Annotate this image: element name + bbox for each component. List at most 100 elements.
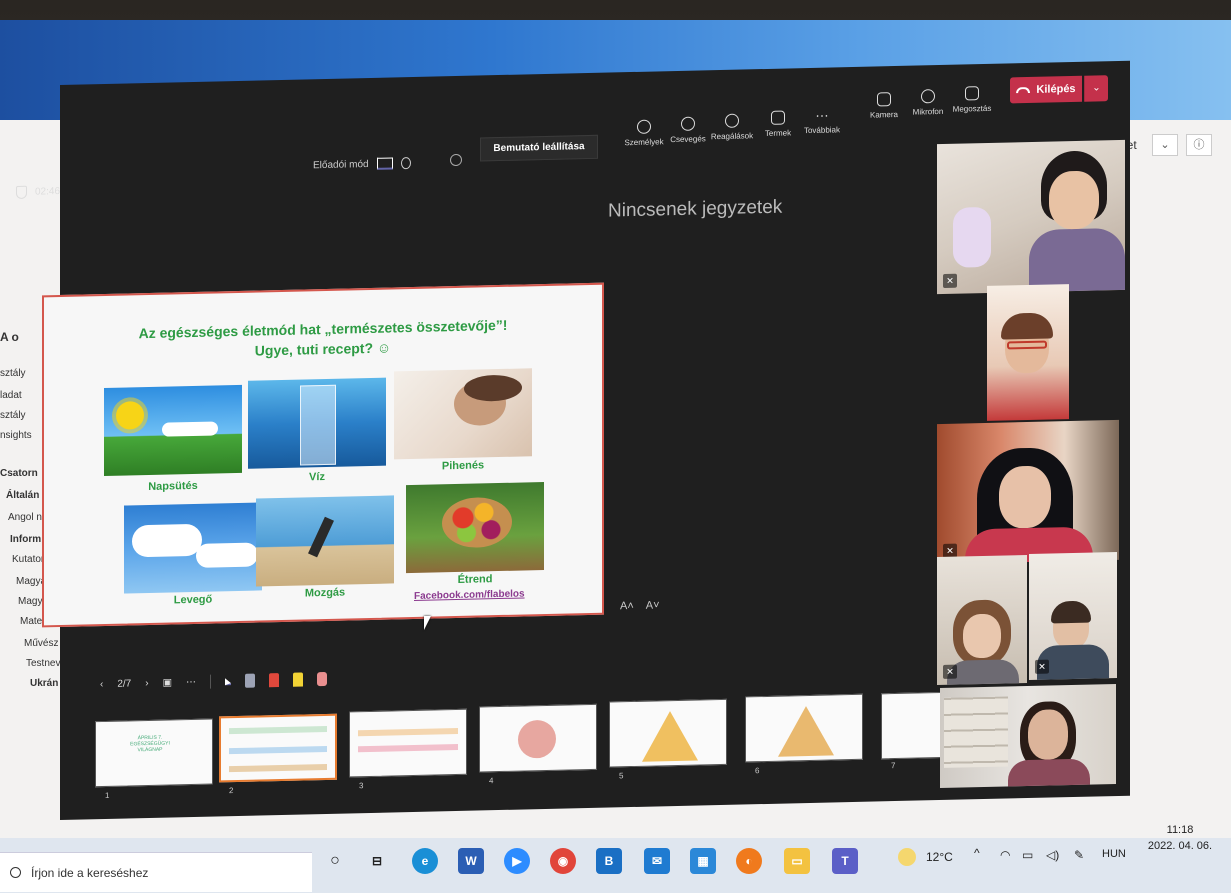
fruit-basket-image	[406, 482, 544, 574]
chevron-down-icon[interactable]: ⌄	[1084, 75, 1108, 102]
presenter-mode-standout-icon[interactable]	[376, 157, 393, 170]
rooms-icon	[771, 110, 785, 125]
chrome-icon[interactable]: ◉	[550, 848, 576, 874]
divider	[210, 674, 212, 689]
chat-icon	[681, 116, 695, 131]
toolbar-label: Termek	[764, 128, 792, 139]
participant-video[interactable]: ✕	[937, 139, 1125, 295]
participant-video[interactable]	[987, 284, 1069, 421]
temperature[interactable]: 12°C	[926, 850, 953, 864]
tile-label: Étrend	[457, 573, 493, 586]
participant-hair	[1051, 600, 1091, 624]
participant-face	[1028, 709, 1068, 760]
mouse-cursor	[424, 616, 431, 630]
taskbar-search[interactable]: Írjon ide a kereséshez	[0, 852, 312, 892]
pointer-tool-icon[interactable]	[225, 677, 232, 685]
highlighter-icon[interactable]	[293, 672, 304, 687]
weather-icon[interactable]	[898, 848, 916, 866]
word-icon[interactable]: W	[458, 848, 484, 874]
thumb-content	[229, 763, 327, 773]
previous-slide-icon[interactable]: ‹	[100, 679, 103, 690]
share-icon	[965, 86, 979, 101]
channel-item[interactable]: Művész	[24, 638, 58, 649]
leave-button[interactable]: Kilépés	[1010, 75, 1082, 104]
microphone-icon	[921, 89, 935, 104]
volume-icon[interactable]: ◁)	[1046, 848, 1059, 862]
presenter-mode: Előadói mód	[313, 157, 411, 171]
taskbar-clock[interactable]: 11:18 2022. 04. 06.	[1140, 822, 1220, 854]
laser-tool-icon[interactable]	[245, 673, 256, 688]
pen-icon[interactable]: ✎	[1074, 848, 1084, 862]
teams-icon[interactable]: T	[832, 848, 858, 874]
participant-face	[963, 613, 1001, 659]
toolbar-reactions[interactable]: Reagálások	[706, 113, 758, 141]
slide-thumbnail[interactable]	[479, 703, 597, 773]
shield-icon	[16, 185, 27, 199]
decrease-font-button[interactable]: A˅	[646, 599, 660, 611]
participant-video[interactable]: ✕	[937, 554, 1027, 686]
slide-thumbnail[interactable]	[609, 698, 727, 768]
slide-thumbnail-active[interactable]	[219, 713, 337, 783]
b-app-icon[interactable]: B	[596, 848, 622, 874]
stop-presenting-button[interactable]: Bemutató leállítása	[480, 134, 598, 162]
slide-thumbnail[interactable]	[881, 692, 941, 760]
wifi-icon[interactable]: ◠	[1000, 848, 1010, 862]
firefox-icon[interactable]: ◐	[736, 848, 762, 874]
file-explorer-icon[interactable]: ▭	[784, 848, 810, 874]
store-icon[interactable]: ▦	[690, 848, 716, 874]
eraser-icon[interactable]	[317, 671, 328, 687]
channel-item[interactable]: nsights	[0, 430, 32, 441]
increase-font-button[interactable]: A˄	[620, 600, 634, 612]
mail-icon[interactable]: ✉	[644, 848, 670, 874]
edge-icon[interactable]: e	[412, 848, 438, 874]
leave-label: Kilépés	[1036, 82, 1076, 96]
clouds-image	[124, 502, 262, 594]
sunshine-image	[104, 384, 242, 477]
participant-video[interactable]: ✕	[937, 419, 1119, 565]
clock-date: 2022. 04. 06.	[1147, 840, 1213, 852]
slide-thumbnail[interactable]	[745, 693, 863, 763]
info-icon[interactable]: ⓘ	[1186, 134, 1212, 156]
people-icon	[637, 119, 651, 134]
grid-view-icon[interactable]: ▣	[163, 677, 172, 688]
team-name[interactable]: A o	[0, 330, 19, 344]
slide-counter: 2/7	[117, 677, 132, 690]
resting-woman-image	[394, 368, 532, 460]
participant-video[interactable]	[940, 684, 1116, 788]
more-icon: …	[815, 103, 829, 120]
chevron-down-icon[interactable]: ⌄	[1152, 134, 1178, 156]
channel-item[interactable]: sztály	[0, 410, 26, 421]
slide-thumbnail[interactable]: ÁPRILIS 7. EGÉSZSÉGÜGYI VILÁGNAP	[95, 718, 213, 788]
channel-item[interactable]: Angol n	[8, 512, 42, 523]
toolbar-more[interactable]: … Továbbiak	[796, 103, 848, 136]
red-pen-icon[interactable]	[269, 673, 280, 688]
more-options-icon[interactable]: ⋯	[186, 676, 196, 687]
thumb-number: 6	[755, 766, 760, 776]
thumb-number: 2	[229, 786, 234, 796]
slide-thumbnail[interactable]	[349, 708, 467, 778]
tile-label: Levegő	[173, 593, 213, 607]
channel-item[interactable]: Általán	[6, 490, 39, 501]
toolbar-share[interactable]: Megosztás	[946, 86, 998, 114]
channel-item[interactable]: Ukrán	[30, 678, 58, 689]
next-slide-icon[interactable]: ›	[145, 677, 148, 688]
mic-off-icon: ✕	[943, 273, 957, 288]
chevron-up-icon[interactable]: ^	[974, 846, 980, 860]
language-indicator[interactable]: HUN	[1102, 848, 1126, 860]
zoom-icon[interactable]: ▶	[504, 848, 530, 874]
task-view-circle-icon[interactable]: ○	[322, 848, 348, 874]
source-link[interactable]: Facebook.com/flabelos	[414, 588, 525, 602]
search-placeholder: Írjon ide a kereséshez	[31, 865, 149, 880]
channel-item[interactable]: ladat	[0, 390, 22, 401]
participant-video[interactable]: ✕	[1029, 552, 1117, 680]
timer-value: 02:46	[35, 185, 61, 198]
tile-label: Napsütés	[148, 479, 198, 493]
presenter-mode-side-icon[interactable]	[400, 157, 411, 170]
eye-icon[interactable]	[450, 153, 462, 167]
current-slide: Az egészséges életmód hat „természetes ö…	[42, 282, 604, 628]
battery-icon[interactable]: ▭	[1022, 848, 1033, 862]
channel-item[interactable]: sztály	[0, 368, 26, 379]
task-view-icon[interactable]: ⊟	[364, 848, 390, 874]
channel-item[interactable]: Inform	[10, 534, 41, 545]
channel-item[interactable]: Testnev	[26, 658, 60, 669]
